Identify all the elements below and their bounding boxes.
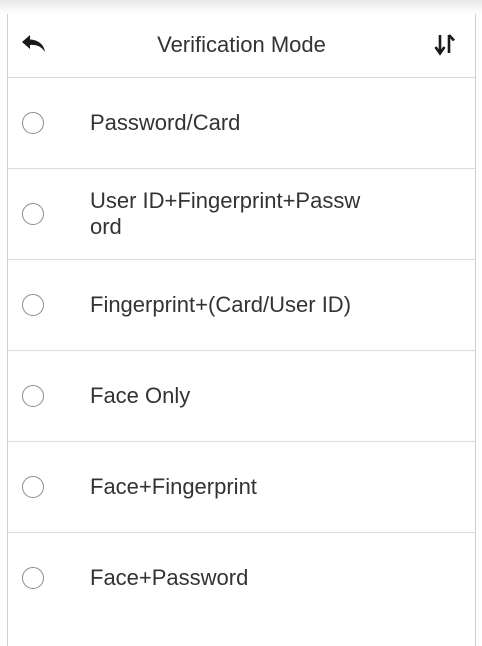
top-strip xyxy=(0,0,482,14)
verification-mode-panel: Verification Mode Password/Card User ID+… xyxy=(7,14,476,646)
sort-button[interactable] xyxy=(429,28,461,60)
sort-icon xyxy=(434,34,455,56)
option-row-password-card[interactable]: Password/Card xyxy=(8,78,475,169)
option-row-fingerprint-card-userid[interactable]: Fingerprint+(Card/User ID) xyxy=(8,260,475,351)
option-label: Face Only xyxy=(90,383,191,408)
radio-button-icon[interactable] xyxy=(22,203,44,225)
screen: Verification Mode Password/Card User ID+… xyxy=(0,0,482,646)
option-label: User ID+Fingerprint+Passw ord xyxy=(90,188,361,239)
option-row-userid-fingerprint-password[interactable]: User ID+Fingerprint+Passw ord xyxy=(8,169,475,260)
option-label: Fingerprint+(Card/User ID) xyxy=(90,292,352,317)
radio-button-icon[interactable] xyxy=(22,567,44,589)
radio-button-icon[interactable] xyxy=(22,112,44,134)
option-row-face-password[interactable]: Face+Password xyxy=(8,533,475,623)
option-label: Face+Password xyxy=(90,565,249,590)
option-label: Face+Fingerprint xyxy=(90,474,257,499)
option-label: Password/Card xyxy=(90,110,241,135)
page-title: Verification Mode xyxy=(157,32,326,57)
option-row-face-fingerprint[interactable]: Face+Fingerprint xyxy=(8,442,475,533)
radio-button-icon[interactable] xyxy=(22,476,44,498)
header-bar: Verification Mode xyxy=(8,14,475,78)
option-row-face-only[interactable]: Face Only xyxy=(8,351,475,442)
radio-button-icon[interactable] xyxy=(22,385,44,407)
radio-button-icon[interactable] xyxy=(22,294,44,316)
